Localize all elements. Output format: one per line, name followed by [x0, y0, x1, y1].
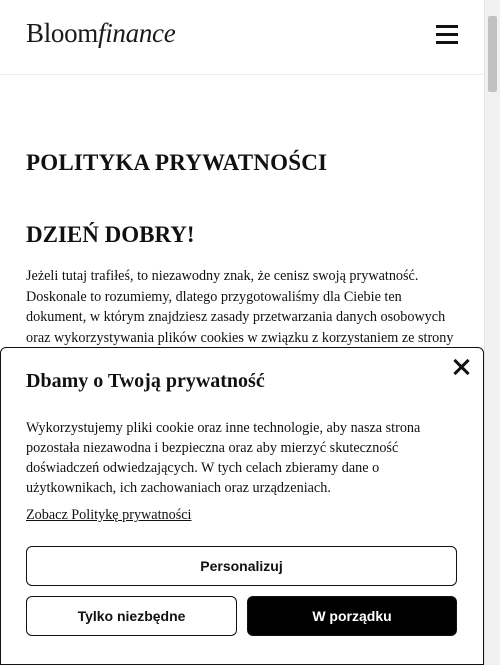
accept-button[interactable]: W porządku [247, 596, 457, 636]
logo-italic: finance [98, 18, 176, 48]
site-logo[interactable]: Bloomfinance [26, 18, 176, 49]
hamburger-menu-icon[interactable] [436, 25, 458, 45]
privacy-policy-link[interactable]: Zobacz Politykę prywatności [26, 507, 191, 524]
necessary-only-button[interactable]: Tylko niezbędne [26, 596, 237, 636]
close-icon[interactable] [452, 358, 470, 376]
page-title: POLITYKA PRYWATNOŚCI [26, 150, 328, 175]
intro-paragraph: Jeżeli tutaj trafiłeś, to niezawodny zna… [26, 268, 454, 346]
site-header: Bloomfinance [0, 0, 484, 75]
logo-brand: Bloom [26, 18, 99, 48]
page-scrollbar[interactable] [484, 0, 500, 665]
greeting-heading: DZIEŃ DOBRY! [26, 222, 195, 247]
personalize-button[interactable]: Personalizuj [26, 546, 457, 586]
scrollbar-thumb[interactable] [488, 16, 497, 92]
consent-text: Wykorzystujemy pliki cookie oraz inne te… [26, 420, 421, 496]
consent-title: Dbamy o Twoją prywatność [26, 370, 265, 392]
